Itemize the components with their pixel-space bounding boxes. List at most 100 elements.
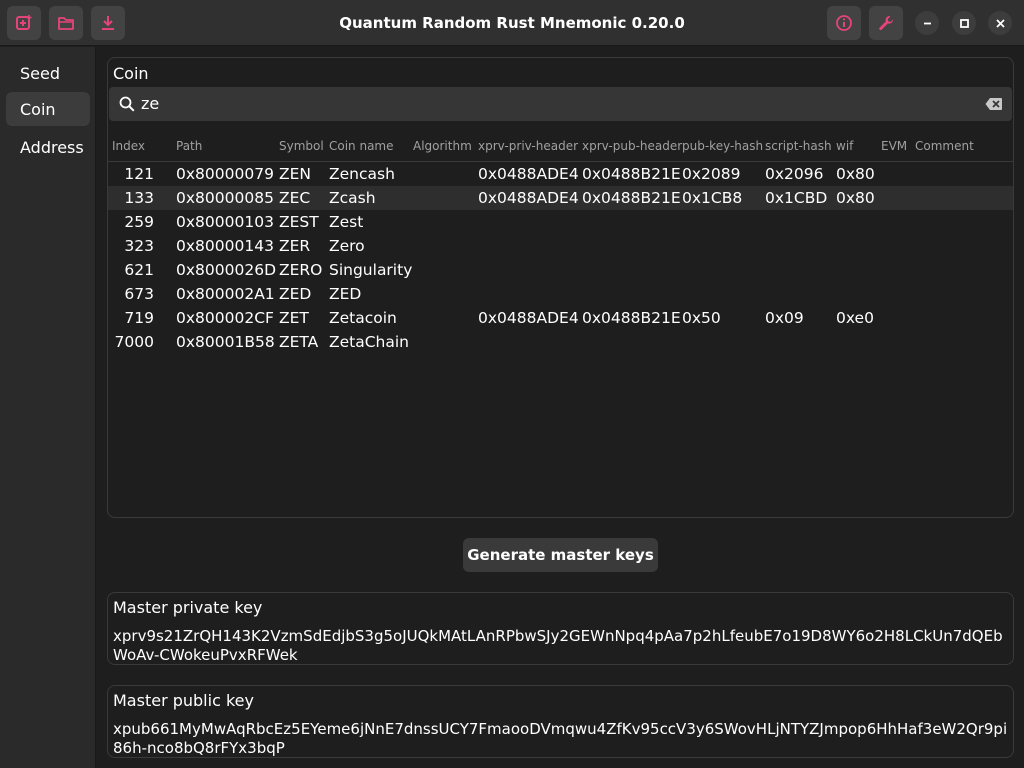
cell-xprv-priv: 0x0488ADE4 — [478, 189, 579, 207]
cell-path: 0x80001B58 — [176, 333, 275, 351]
cell-index: 621 — [124, 261, 154, 279]
close-icon — [995, 18, 1005, 28]
cell-coin-name: Zetacoin — [329, 309, 397, 327]
cell-coin-name: Zest — [329, 213, 364, 231]
cell-index: 7000 — [114, 333, 154, 351]
table-row[interactable]: 719 0x800002CF ZET Zetacoin 0x0488ADE4 0… — [108, 306, 1013, 330]
cell-index: 259 — [124, 213, 154, 231]
header-bar: Quantum Random Rust Mnemonic 0.20.0 — [0, 0, 1024, 46]
open-button[interactable] — [49, 6, 83, 40]
sidebar-item-address[interactable]: Address — [6, 130, 90, 164]
cell-coin-name: Zcash — [329, 189, 376, 207]
cell-coin-name: Singularity — [329, 261, 413, 279]
cell-coin-name: ZED — [329, 285, 362, 303]
table-row[interactable]: 7000 0x80001B58 ZETA ZetaChain — [108, 330, 1013, 354]
cell-wif: 0x80 — [836, 165, 875, 183]
column-header-coin-name[interactable]: Coin name — [329, 139, 394, 153]
table-row-selected[interactable]: 133 0x80000085 ZEC Zcash 0x0488ADE4 0x04… — [108, 186, 1013, 210]
master-private-key-value[interactable]: xprv9s21ZrQH143K2VzmSdEdjbS3g5oJUQkMAtLA… — [113, 627, 1013, 665]
sidebar-item-label: Address — [20, 137, 84, 157]
column-header-script-hash[interactable]: script-hash — [765, 139, 832, 153]
cell-symbol: ZEC — [279, 189, 311, 207]
table-row[interactable]: 673 0x800002A1 ZED ZED — [108, 282, 1013, 306]
cell-wif: 0x80 — [836, 189, 875, 207]
column-header-pub-key-hash[interactable]: pub-key-hash — [682, 139, 763, 153]
cell-pub-key-hash: 0x1CB8 — [682, 189, 743, 207]
cell-path: 0x80000085 — [176, 189, 274, 207]
column-header-index[interactable]: Index — [112, 139, 145, 153]
column-header-algorithm[interactable]: Algorithm — [413, 139, 472, 153]
cell-xprv-priv: 0x0488ADE4 — [478, 165, 579, 183]
sidebar-item-seed[interactable]: Seed — [6, 56, 90, 90]
wrench-icon — [879, 16, 894, 31]
column-header-xprv-priv[interactable]: xprv-priv-header — [478, 139, 578, 153]
coin-search[interactable]: ze — [109, 87, 1012, 121]
cell-coin-name: Zero — [329, 237, 365, 255]
cell-script-hash: 0x2096 — [765, 165, 824, 183]
info-button[interactable] — [827, 6, 861, 40]
minimize-button[interactable] — [915, 11, 939, 35]
table-row[interactable]: 621 0x8000026D ZERO Singularity — [108, 258, 1013, 282]
cell-index: 323 — [124, 237, 154, 255]
master-private-key-frame: Master private key xprv9s21ZrQH143K2VzmS… — [107, 592, 1014, 665]
cell-wif: 0xe0 — [836, 309, 874, 327]
cell-path: 0x800002CF — [176, 309, 274, 327]
cell-script-hash: 0x09 — [765, 309, 804, 327]
cell-path: 0x8000026D — [176, 261, 277, 279]
coin-frame: Coin ze Index Path Symbol Coin name Algo… — [107, 57, 1014, 518]
table-row[interactable]: 121 0x80000079 ZEN Zencash 0x0488ADE4 0x… — [108, 162, 1013, 186]
cell-symbol: ZETA — [279, 333, 319, 351]
cell-symbol: ZED — [279, 285, 312, 303]
new-button[interactable] — [7, 6, 41, 40]
table-row[interactable]: 323 0x80000143 ZER Zero — [108, 234, 1013, 258]
clear-icon[interactable] — [985, 96, 1003, 112]
generate-master-keys-button[interactable]: Generate master keys — [463, 538, 658, 572]
settings-button[interactable] — [869, 6, 903, 40]
column-header-comment[interactable]: Comment — [915, 139, 974, 153]
column-header-symbol[interactable]: Symbol — [279, 139, 324, 153]
column-header-wif[interactable]: wif — [836, 139, 853, 153]
column-header-path[interactable]: Path — [176, 139, 202, 153]
cell-path: 0x80000143 — [176, 237, 274, 255]
minimize-icon — [923, 22, 931, 24]
cell-path: 0x80000103 — [176, 213, 274, 231]
column-header-evm[interactable]: EVM — [881, 139, 907, 153]
master-public-key-label: Master public key — [113, 691, 254, 710]
coin-frame-label: Coin — [113, 64, 149, 83]
open-folder-icon — [58, 17, 74, 30]
cell-symbol: ZERO — [279, 261, 323, 279]
master-public-key-value[interactable]: xpub661MyMwAqRbcEz5EYeme6jNnE7dnssUCY7Fm… — [113, 720, 1013, 758]
cell-xprv-pub: 0x0488B21E — [582, 165, 681, 183]
cell-pub-key-hash: 0x2089 — [682, 165, 741, 183]
cell-index: 121 — [124, 165, 154, 183]
cell-coin-name: Zencash — [329, 165, 395, 183]
cell-xprv-pub: 0x0488B21E — [582, 189, 681, 207]
sidebar-item-label: Seed — [20, 63, 60, 83]
maximize-button[interactable] — [952, 11, 976, 35]
table-row[interactable]: 259 0x80000103 ZEST Zest — [108, 210, 1013, 234]
cell-symbol: ZEN — [279, 165, 312, 183]
new-icon — [16, 15, 32, 30]
table-header: Index Path Symbol Coin name Algorithm xp… — [108, 132, 1013, 162]
search-input[interactable]: ze — [141, 94, 159, 113]
master-private-key-label: Master private key — [113, 598, 263, 617]
save-button[interactable] — [91, 6, 125, 40]
cell-script-hash: 0x1CBD — [765, 189, 828, 207]
cell-symbol: ZET — [279, 309, 309, 327]
info-icon — [836, 15, 852, 31]
search-icon — [119, 96, 135, 112]
sidebar-item-label: Coin — [20, 99, 56, 119]
cell-index: 719 — [124, 309, 154, 327]
cell-path: 0x800002A1 — [176, 285, 275, 303]
download-icon — [102, 16, 114, 30]
sidebar-item-coin[interactable]: Coin — [6, 92, 90, 126]
column-header-xprv-pub[interactable]: xprv-pub-header — [582, 139, 682, 153]
close-button[interactable] — [988, 11, 1012, 35]
cell-symbol: ZER — [279, 237, 311, 255]
cell-index: 133 — [124, 189, 154, 207]
sidebar: Seed Coin Address — [0, 47, 96, 768]
cell-path: 0x80000079 — [176, 165, 274, 183]
cell-coin-name: ZetaChain — [329, 333, 410, 351]
cell-xprv-priv: 0x0488ADE4 — [478, 309, 579, 327]
cell-pub-key-hash: 0x50 — [682, 309, 721, 327]
